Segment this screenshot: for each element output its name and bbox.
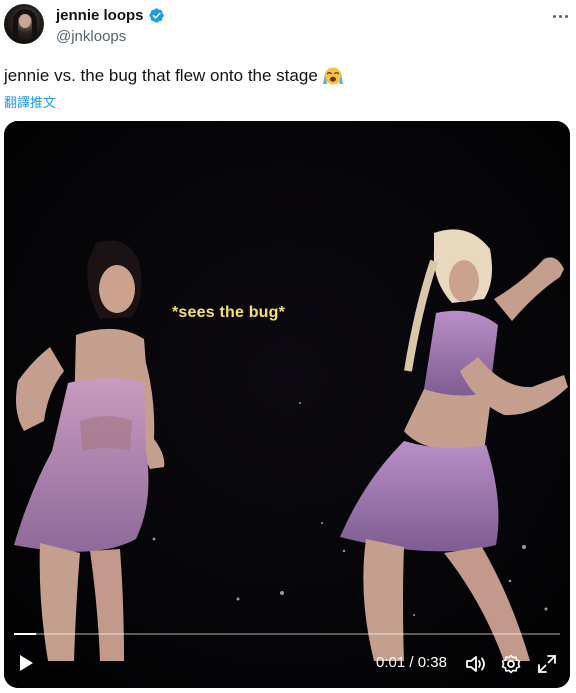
author-handle[interactable]: @jnkloops <box>56 28 126 45</box>
more-dot <box>552 14 556 18</box>
tweet-card: jennie loops @jnkloops jennie vs. the bu… <box>0 0 576 693</box>
loudly-crying-face-icon <box>322 67 343 85</box>
more-options-icon[interactable] <box>548 6 572 26</box>
avatar-face <box>19 14 31 28</box>
translate-tweet-link[interactable]: 翻譯推文 <box>4 92 56 111</box>
avatar[interactable] <box>4 4 44 44</box>
video-time: 0:01 / 0:38 <box>376 654 447 671</box>
video-player[interactable]: *sees the bug* 0:01 / 0:38 <box>4 121 570 688</box>
play-icon[interactable] <box>16 653 36 673</box>
author-name-row: jennie loops <box>56 7 165 24</box>
video-duration: 0:38 <box>417 654 447 671</box>
video-current-time: 0:01 <box>376 654 406 671</box>
video-progress-bar[interactable] <box>14 633 560 635</box>
fullscreen-icon[interactable] <box>536 653 558 675</box>
more-dot <box>558 14 562 18</box>
video-progress-fill <box>14 633 36 635</box>
tweet-text: jennie vs. the bug that flew onto the st… <box>4 66 344 86</box>
video-caption: *sees the bug* <box>172 304 286 321</box>
author-display-name[interactable]: jennie loops <box>56 7 144 24</box>
more-dot <box>564 14 568 18</box>
video-time-separator: / <box>409 654 414 671</box>
settings-gear-icon[interactable] <box>500 653 522 675</box>
verified-badge-icon <box>148 8 164 23</box>
video-frame <box>4 121 570 688</box>
volume-icon[interactable] <box>464 653 486 675</box>
tweet-text-content: jennie vs. the bug that flew onto the st… <box>4 66 318 85</box>
